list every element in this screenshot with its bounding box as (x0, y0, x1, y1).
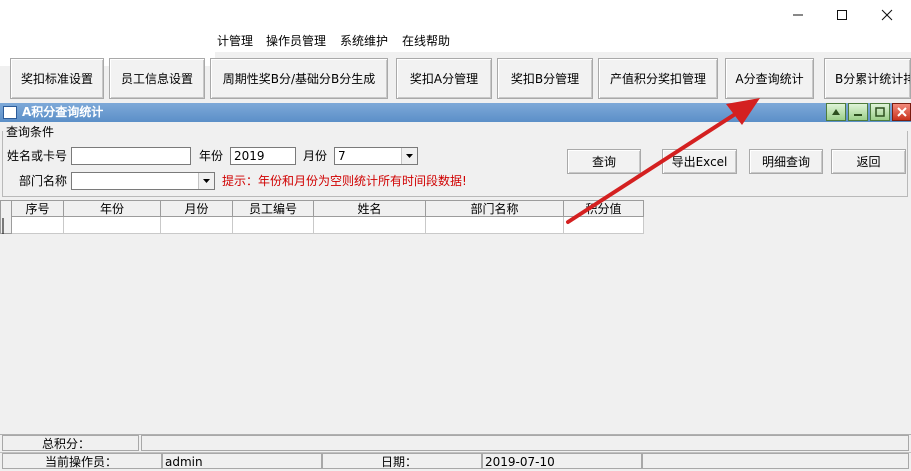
column-header-name[interactable]: 姓名 (314, 200, 426, 217)
table-cell[interactable] (564, 217, 644, 234)
date-value: 2019-07-10 (482, 453, 642, 469)
operator-value: admin (162, 453, 322, 469)
table-cell[interactable] (64, 217, 161, 234)
total-points-label: 总积分： (2, 435, 139, 451)
year-input[interactable]: 2019 (230, 147, 296, 165)
month-select-value: 7 (338, 149, 346, 163)
child-minimize-icon[interactable] (848, 103, 868, 121)
table-cell[interactable] (426, 217, 564, 234)
toolbar-button-reward-standard[interactable]: 奖扣标准设置 (10, 58, 104, 99)
child-window-title-bar: A积分查询统计 (0, 103, 911, 122)
date-label: 日期： (322, 453, 482, 469)
maximize-icon[interactable] (819, 0, 865, 30)
toolbar-button-b-points[interactable]: 奖扣B分管理 (497, 58, 593, 99)
toolbar-button-a-points[interactable]: 奖扣A分管理 (396, 58, 492, 99)
column-header-index[interactable]: 序号 (12, 200, 64, 217)
hint-text: 提示：年份和月份为空则统计所有时间段数据! (222, 174, 467, 188)
menu-item-online-help[interactable]: 在线帮助 (400, 31, 452, 51)
department-select[interactable] (71, 172, 215, 190)
chevron-down-icon[interactable] (198, 173, 214, 189)
menu-item-operator-management[interactable]: 操作员管理 (264, 31, 328, 51)
child-restore-icon[interactable] (870, 103, 890, 121)
table-cell[interactable] (314, 217, 426, 234)
table-cell[interactable] (12, 217, 64, 234)
export-excel-button[interactable]: 导出Excel (662, 149, 737, 174)
name-or-card-input[interactable] (71, 147, 191, 165)
window-app-icon (3, 106, 17, 119)
column-header-employee-id[interactable]: 员工编号 (233, 200, 314, 217)
total-points-value (141, 435, 909, 451)
table-cell[interactable] (161, 217, 233, 234)
chevron-down-icon[interactable] (401, 148, 417, 164)
query-group-label: 查询条件 (6, 125, 55, 139)
toolbar-button-output-points[interactable]: 产值积分奖扣管理 (598, 58, 718, 99)
toolbar-button-periodic-b-generate[interactable]: 周期性奖B分/基础分B分生成 (210, 58, 388, 99)
minimize-icon[interactable] (775, 0, 821, 30)
detail-query-button[interactable]: 明细查询 (749, 149, 823, 174)
name-or-card-label: 姓名或卡号 (7, 149, 68, 163)
year-label: 年份 (199, 149, 224, 163)
menu-item-stat-management[interactable]: 计管理 (215, 31, 255, 51)
child-close-icon[interactable] (892, 103, 911, 121)
table-cell[interactable] (233, 217, 314, 234)
operator-label: 当前操作员： (2, 453, 162, 469)
toolbar-button-employee-info[interactable]: 员工信息设置 (109, 58, 205, 99)
close-icon[interactable] (864, 0, 910, 30)
column-header-points[interactable]: 积分值 (564, 200, 644, 217)
row-selector[interactable] (0, 200, 12, 234)
department-label: 部门名称 (19, 174, 68, 188)
collapse-up-icon[interactable] (826, 103, 846, 121)
back-button[interactable]: 返回 (831, 149, 906, 174)
toolbar-button-b-cumulative[interactable]: B分累计统计排 (824, 58, 911, 99)
status-empty-cell (642, 453, 909, 469)
month-label: 月份 (303, 149, 328, 163)
child-window-title: A积分查询统计 (22, 105, 104, 119)
menu-item-system-maintenance[interactable]: 系统维护 (338, 31, 390, 51)
search-button[interactable]: 查询 (567, 149, 641, 174)
column-header-department[interactable]: 部门名称 (426, 200, 564, 217)
month-select[interactable]: 7 (334, 147, 418, 165)
column-header-year[interactable]: 年份 (64, 200, 161, 217)
column-header-month[interactable]: 月份 (161, 200, 233, 217)
toolbar-button-a-query-stats[interactable]: A分查询统计 (725, 58, 814, 99)
